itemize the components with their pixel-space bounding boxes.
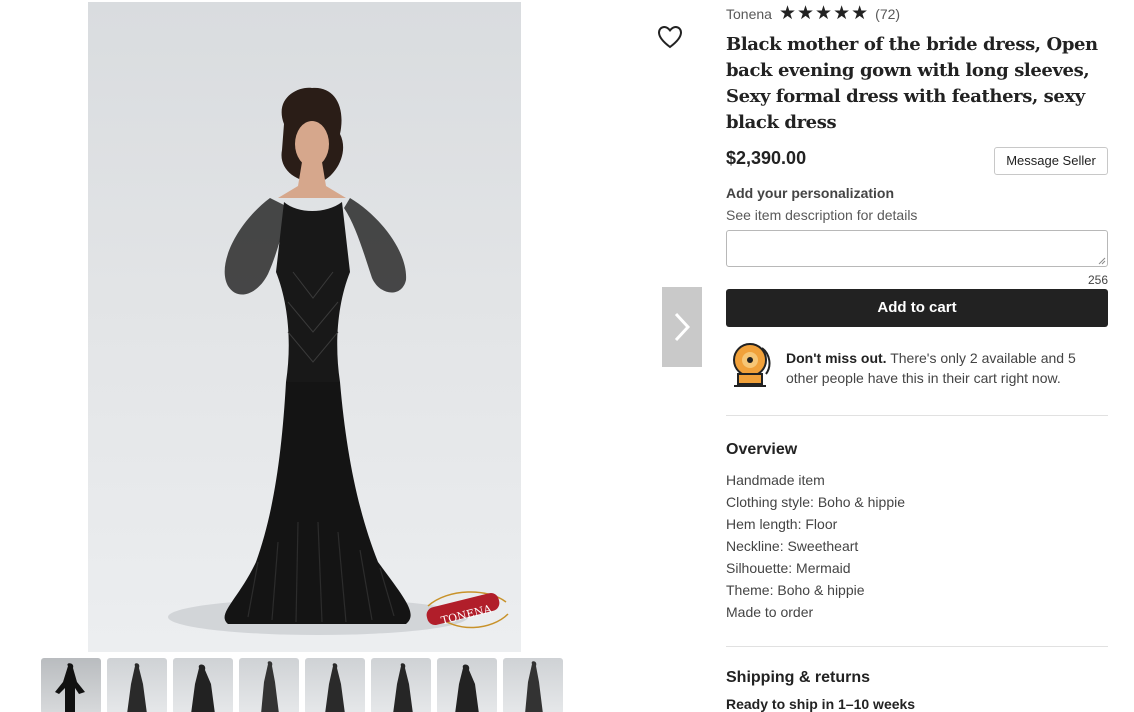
overview-item: Made to order	[726, 604, 814, 620]
star-icon: ★	[796, 3, 815, 24]
thumbnail-2[interactable]	[107, 658, 167, 712]
watermark-logo: TONENA	[426, 591, 509, 629]
thumbnail-5[interactable]	[305, 658, 365, 712]
message-seller-button[interactable]: Message Seller	[994, 147, 1108, 175]
overview-item: Handmade item	[726, 472, 825, 488]
review-count[interactable]: (72)	[875, 6, 900, 22]
personalization-input[interactable]	[726, 230, 1108, 267]
price: $2,390.00	[726, 148, 807, 168]
favorite-button[interactable]	[656, 24, 684, 50]
star-icon: ★	[833, 3, 851, 24]
heart-icon	[657, 25, 683, 49]
thumbnail-1[interactable]	[41, 658, 101, 712]
overview-item: Theme: Boho & hippie	[726, 582, 865, 598]
character-count: 256	[1087, 273, 1108, 287]
ready-to-ship-text: Ready to ship in 1–10 weeks	[726, 696, 916, 712]
thumbnail-strip	[41, 658, 563, 712]
shop-line: Tonena ★ ★ ★ ★ ★ (72)	[726, 4, 900, 24]
personalization-title: Add your personalization	[726, 185, 895, 201]
overview-item: Hem length: Floor	[726, 516, 838, 532]
rating-stars[interactable]: ★ ★ ★ ★ ★	[778, 3, 869, 24]
main-product-image[interactable]: TONENA	[88, 2, 521, 652]
overview-item: Clothing style: Boho & hippie	[726, 494, 905, 510]
scarcity-message: Don't miss out. There's only 2 available…	[786, 348, 1108, 388]
chevron-right-icon	[674, 312, 691, 342]
overview-item: Silhouette: Mermaid	[726, 560, 851, 576]
overview-title[interactable]: Overview	[726, 441, 797, 459]
shop-name-link[interactable]: Tonena	[726, 6, 772, 22]
next-image-button[interactable]	[662, 287, 702, 367]
divider	[726, 646, 1108, 647]
thumbnail-8[interactable]	[503, 658, 563, 712]
scarcity-message-bold: Don't miss out.	[786, 350, 887, 366]
alarm-bell-icon	[733, 343, 771, 387]
resize-handle-icon[interactable]	[1098, 257, 1106, 265]
dress-illustration: TONENA	[168, 87, 509, 635]
personalization-subtitle: See item description for details	[726, 207, 918, 223]
thumbnail-4[interactable]	[239, 658, 299, 712]
shipping-returns-title[interactable]: Shipping & returns	[726, 669, 870, 687]
listing-title: Black mother of the bride dress, Open ba…	[726, 34, 1098, 133]
thumbnail-3[interactable]	[173, 658, 233, 712]
add-to-cart-button[interactable]: Add to cart	[726, 289, 1108, 327]
thumbnail-7[interactable]	[437, 658, 497, 712]
overview-list: Handmade item Clothing style: Boho & hip…	[726, 469, 905, 623]
divider	[726, 415, 1108, 416]
thumbnail-6[interactable]	[371, 658, 431, 712]
star-icon: ★	[815, 3, 833, 24]
star-icon: ★	[851, 3, 869, 24]
overview-item: Neckline: Sweetheart	[726, 538, 859, 554]
star-icon: ★	[778, 3, 796, 24]
